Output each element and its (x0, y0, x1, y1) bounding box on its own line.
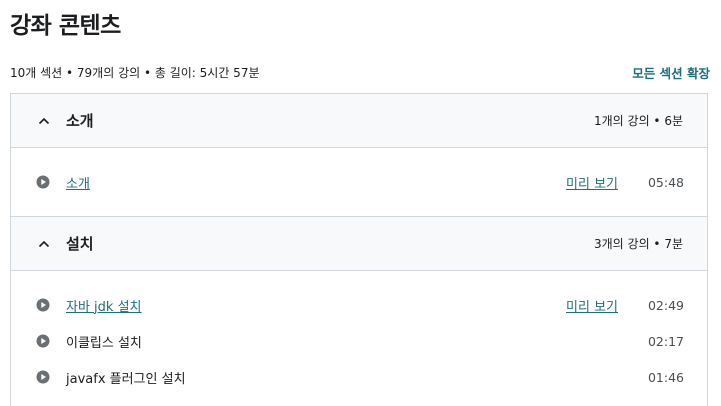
preview-link[interactable]: 미리 보기 (566, 296, 618, 315)
lecture-title: javafx 플러그인 설치 (66, 371, 186, 387)
lecture-row: 소개 미리 보기 05:48 (11, 164, 707, 200)
section-lecture-list: 자바 jdk 설치 미리 보기 02:49 이클립스 설치 02:17 java… (11, 271, 707, 395)
course-content-page: 강좌 콘텐츠 10개 섹션 • 79개의 강의 • 총 길이: 5시간 57분 … (0, 0, 721, 406)
play-circle-icon (36, 334, 50, 348)
play-circle-icon (36, 298, 50, 312)
lecture-row: 자바 jdk 설치 미리 보기 02:49 (11, 287, 707, 323)
curriculum-summary: 10개 섹션 • 79개의 강의 • 총 길이: 5시간 57분 (10, 65, 260, 80)
lecture-duration: 02:17 (647, 333, 684, 349)
curriculum-panel: 소개 1개의 강의 • 6분 소개 미리 보기 05:48 설치 3개의 강의 … (10, 93, 708, 406)
chevron-up-icon (38, 238, 50, 250)
curriculum-meta-row: 10개 섹션 • 79개의 강의 • 총 길이: 5시간 57분 모든 섹션 확… (10, 62, 710, 82)
lecture-row: javafx 플러그인 설치 01:46 (11, 359, 707, 395)
lecture-duration: 01:46 (647, 369, 684, 385)
expand-all-sections-button[interactable]: 모든 섹션 확장 (632, 63, 710, 82)
section-title: 설치 (66, 235, 94, 253)
lecture-duration: 05:48 (647, 174, 684, 190)
play-circle-icon (36, 175, 50, 189)
section-lecture-list: 소개 미리 보기 05:48 (11, 148, 707, 216)
section-header-install[interactable]: 설치 3개의 강의 • 7분 (11, 216, 707, 271)
section-header-intro[interactable]: 소개 1개의 강의 • 6분 (11, 94, 707, 148)
section-stats: 3개의 강의 • 7분 (594, 237, 683, 251)
lecture-title: 이클립스 설치 (66, 335, 142, 351)
page-title: 강좌 콘텐츠 (10, 13, 121, 39)
section-title: 소개 (66, 112, 94, 130)
lecture-row: 이클립스 설치 02:17 (11, 323, 707, 359)
lecture-title-link[interactable]: 소개 (66, 173, 90, 192)
play-circle-icon (36, 370, 50, 384)
lecture-duration: 02:49 (647, 297, 684, 313)
chevron-up-icon (38, 115, 50, 127)
preview-link[interactable]: 미리 보기 (566, 173, 618, 192)
section-stats: 1개의 강의 • 6분 (594, 114, 683, 128)
lecture-title-link[interactable]: 자바 jdk 설치 (66, 296, 142, 315)
